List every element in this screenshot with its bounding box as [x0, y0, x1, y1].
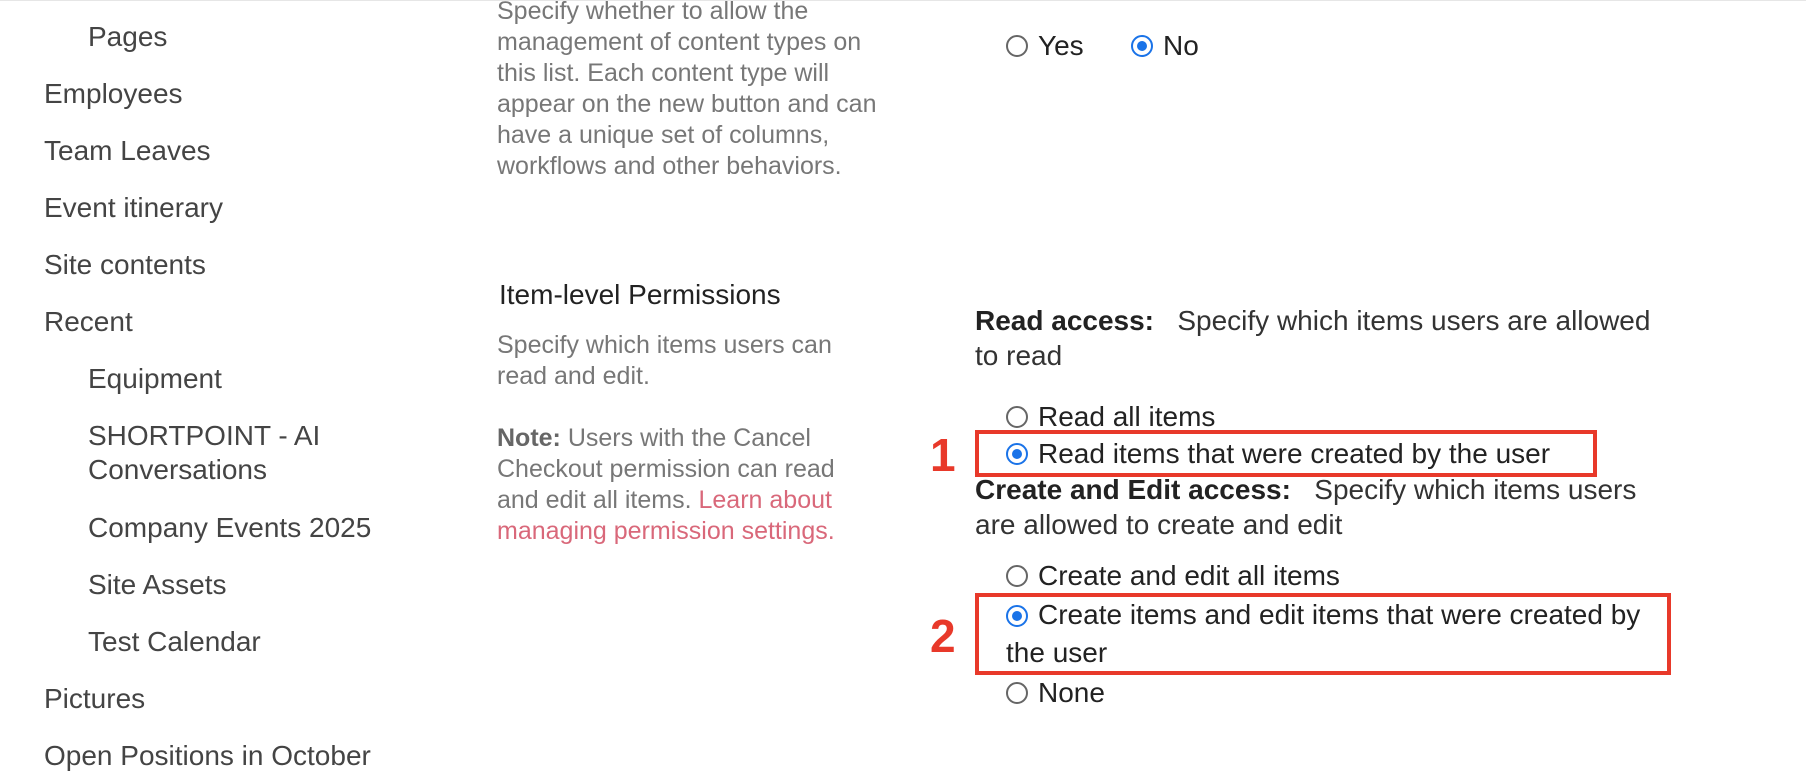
- highlight-box-2: [975, 593, 1671, 675]
- radio-unchecked-icon: [1006, 35, 1028, 57]
- create-edit-all-items-radio[interactable]: Create and edit all items: [1006, 560, 1340, 592]
- radio-unchecked-icon: [1006, 682, 1028, 704]
- nav-item-company-events-2025[interactable]: Company Events 2025: [88, 511, 371, 545]
- radio-label: None: [1038, 677, 1105, 708]
- item-permissions-note: Note: Users with the Cancel Checkout per…: [497, 423, 877, 547]
- highlight-box-1: [975, 430, 1597, 477]
- note-label: Note:: [497, 424, 561, 452]
- left-navigation: Pages Employees Team Leaves Event itiner…: [0, 0, 440, 771]
- content-types-no-radio[interactable]: No: [1131, 30, 1199, 62]
- radio-label: No: [1163, 30, 1199, 61]
- read-all-items-radio[interactable]: Read all items: [1006, 401, 1215, 433]
- nav-item-shortpoint-ai-conversations[interactable]: SHORTPOINT - AI Conversations: [88, 419, 408, 487]
- nav-item-equipment[interactable]: Equipment: [88, 362, 222, 396]
- radio-checked-icon: [1131, 35, 1153, 57]
- nav-item-test-calendar[interactable]: Test Calendar: [88, 625, 261, 659]
- edit-access-label: Create and Edit access: Specify which it…: [975, 472, 1675, 542]
- nav-item-pages[interactable]: Pages: [88, 20, 167, 54]
- read-access-label: Read access: Specify which items users a…: [975, 303, 1675, 373]
- radio-unchecked-icon: [1006, 565, 1028, 587]
- nav-item-recent[interactable]: Recent: [44, 305, 133, 339]
- radio-label: Create and edit all items: [1038, 560, 1340, 591]
- radio-label: Yes: [1038, 30, 1084, 61]
- none-radio[interactable]: None: [1006, 677, 1105, 709]
- nav-item-employees[interactable]: Employees: [44, 77, 183, 111]
- read-access-heading: Read access:: [975, 305, 1155, 336]
- radio-label: Read all items: [1038, 401, 1216, 432]
- annotation-marker-2: 2: [930, 610, 956, 662]
- nav-item-open-positions-in-october[interactable]: Open Positions in October: [44, 739, 371, 773]
- nav-item-event-itinerary[interactable]: Event itinerary: [44, 191, 223, 225]
- content-types-description: Specify whether to allow the management …: [497, 0, 877, 180]
- nav-item-pictures[interactable]: Pictures: [44, 682, 145, 716]
- edit-access-heading: Create and Edit access:: [975, 474, 1291, 505]
- nav-item-site-assets[interactable]: Site Assets: [88, 568, 227, 602]
- content-types-yes-radio[interactable]: Yes: [1006, 30, 1084, 62]
- item-permissions-description: Specify which items users can read and e…: [497, 331, 832, 390]
- annotation-marker-1: 1: [930, 429, 956, 481]
- radio-unchecked-icon: [1006, 406, 1028, 428]
- item-level-permissions-title: Item-level Permissions: [499, 279, 781, 310]
- nav-item-team-leaves[interactable]: Team Leaves: [44, 134, 211, 168]
- nav-item-site-contents[interactable]: Site contents: [44, 248, 206, 282]
